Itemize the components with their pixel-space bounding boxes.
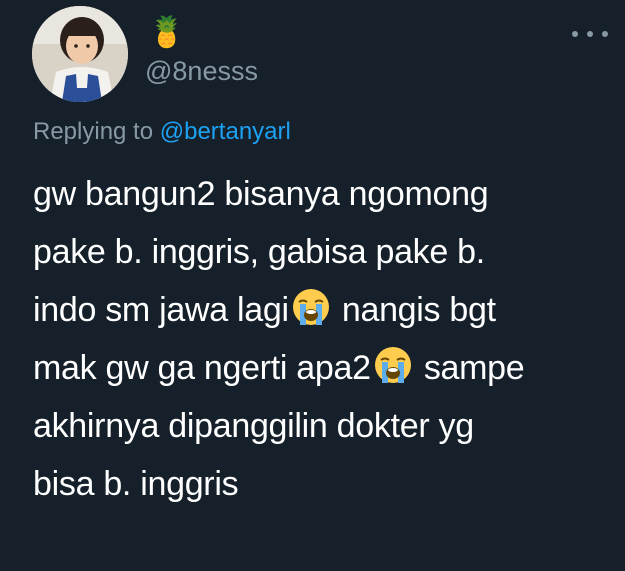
tweet-line: akhirnya dipanggilin dokter yg	[33, 397, 608, 455]
user-handle[interactable]: @8nesss	[145, 56, 258, 86]
tweet-line: mak gw ga ngerti apa2 sampe	[33, 339, 608, 397]
loudly-crying-face-icon	[374, 347, 411, 383]
dot	[602, 31, 608, 37]
tweet-line-text: sampe	[414, 349, 525, 387]
dot	[572, 31, 578, 37]
tweet-text: gw bangun2 bisanya ngomong pake b. inggr…	[33, 165, 608, 513]
tweet-line: bisa b. inggris	[33, 455, 608, 513]
tweet-line-text: nangis bgt	[332, 291, 496, 329]
more-options-icon[interactable]	[572, 28, 608, 40]
loudly-crying-face-icon	[292, 289, 329, 325]
replying-to-line: Replying to @bertanyarl	[33, 116, 291, 148]
tweet-line-text: pake b. inggris, gabisa pake b.	[33, 233, 485, 271]
dot	[587, 31, 593, 37]
avatar[interactable]	[32, 6, 128, 102]
tweet-line-text: bisa b. inggris	[33, 465, 239, 503]
tweet-line: indo sm jawa lagi nangis bgt	[33, 281, 608, 339]
tweet-line-text: indo sm jawa lagi	[33, 291, 289, 329]
display-name[interactable]: 🍍	[148, 18, 185, 48]
mention-link[interactable]: @bertanyarl	[160, 118, 291, 145]
tweet-line-text: mak gw ga ngerti apa2	[33, 349, 371, 387]
tweet-line: pake b. inggris, gabisa pake b.	[33, 223, 608, 281]
avatar-photo-icon	[32, 6, 128, 102]
tweet-line-text: gw bangun2 bisanya ngomong	[33, 175, 489, 213]
tweet-line: gw bangun2 bisanya ngomong	[33, 165, 608, 223]
replying-to-label: Replying to	[33, 118, 160, 145]
tweet-line-text: akhirnya dipanggilin dokter yg	[33, 407, 474, 445]
